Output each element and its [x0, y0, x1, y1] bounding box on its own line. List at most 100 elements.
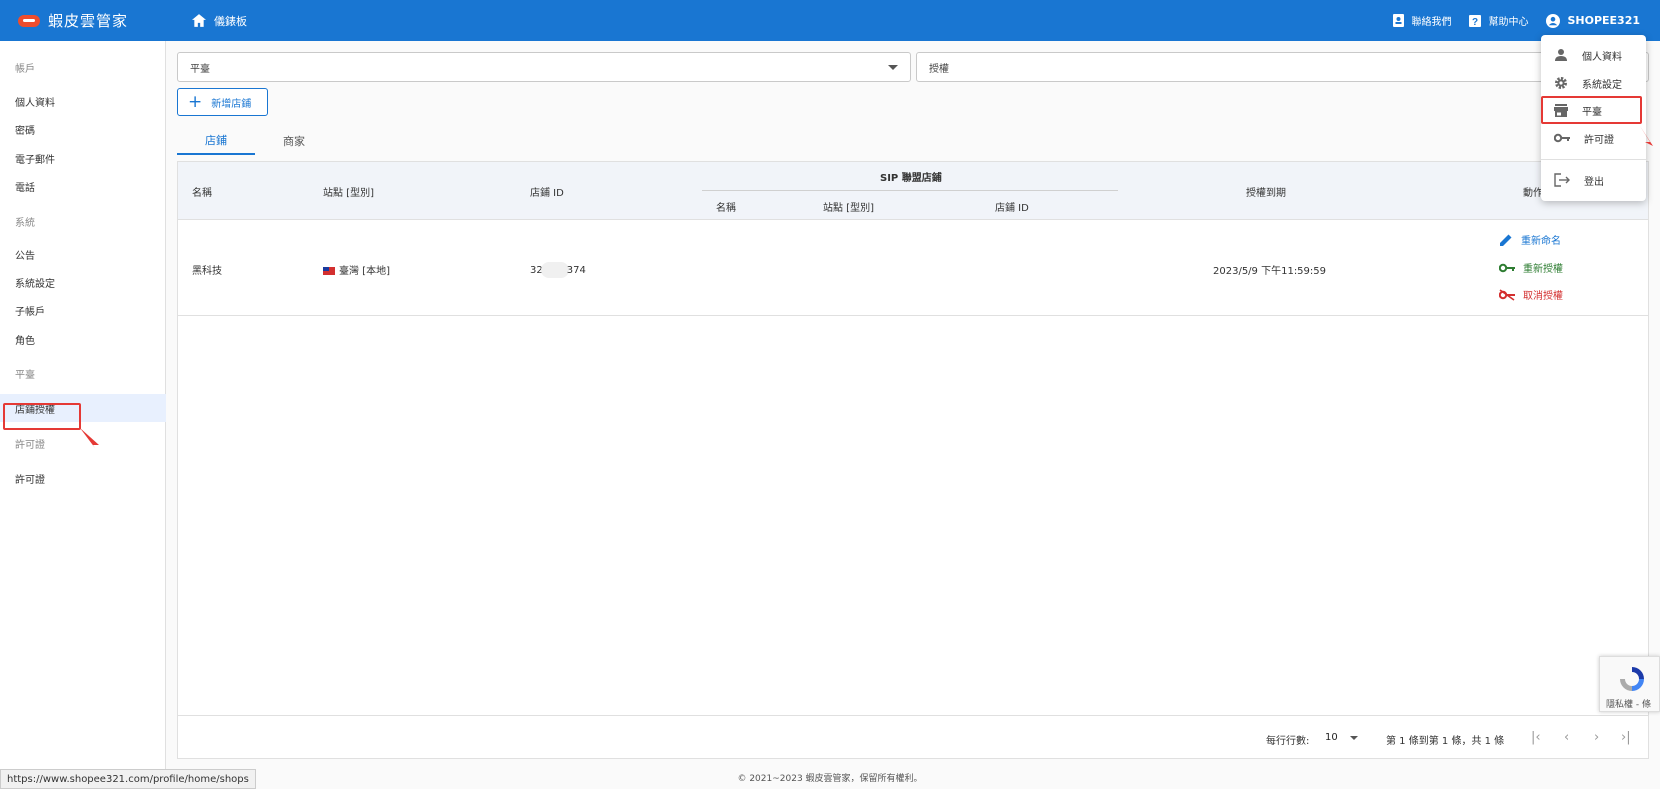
pencil-icon: [1500, 234, 1512, 246]
menu-item-logout-label: 登出: [1584, 176, 1604, 188]
shops-table-panel: 名稱 站點 [型別] 店鋪 ID SIP 聯盟店鋪 名稱 站點 [型別] 店鋪 …: [177, 161, 1649, 759]
authorization-select[interactable]: 授權: [916, 52, 1649, 82]
plus-icon: +: [188, 91, 203, 112]
sidebar-heading-system: 系統: [15, 217, 35, 229]
key-icon: [1554, 133, 1570, 143]
sidebar-item-license[interactable]: 許可證: [0, 464, 166, 492]
account-circle-icon: [1546, 13, 1561, 28]
tab-merchants[interactable]: 商家: [255, 127, 333, 155]
column-header-shop-id: 店鋪 ID: [530, 188, 564, 199]
menu-item-system-settings[interactable]: 系統設定: [1541, 69, 1646, 97]
column-group-sip-shops: SIP 聯盟店鋪: [880, 173, 942, 184]
revoke-label: 取消授權: [1523, 291, 1563, 302]
svg-text:?: ?: [1472, 17, 1478, 27]
help-icon: ?: [1469, 14, 1482, 27]
brand[interactable]: 蝦皮雲管家: [0, 10, 180, 31]
highlight-box-shop-authorization: [3, 403, 81, 430]
contact-us-label: 聯絡我們: [1411, 17, 1452, 28]
dropdown-caret-icon: [1349, 735, 1358, 740]
rename-button[interactable]: 重新命名: [1499, 232, 1561, 247]
gear-icon: [1555, 77, 1567, 89]
dropdown-caret-icon: [888, 65, 898, 70]
table-row: 黑科技 臺灣 [本地] 32 374 2023/5/9 下午11:59:59 重新…: [178, 220, 1648, 316]
reauthorize-label: 重新授權: [1523, 264, 1563, 275]
table-pagination: 每行行數: 10 第 1 條到第 1 條，共 1 條 |‹ ‹ › ›|: [178, 715, 1648, 759]
column-group-divider: [702, 190, 1118, 191]
authorization-select-value: 授權: [929, 63, 949, 75]
user-name: SHOPEE321: [1567, 14, 1640, 27]
column-header-sip-name: 名稱: [716, 203, 736, 214]
next-page-icon[interactable]: ›: [1594, 730, 1599, 745]
pagination-range: 第 1 條到第 1 條，共 1 條: [1386, 736, 1505, 747]
menu-item-license-label: 許可證: [1584, 134, 1614, 146]
rows-per-page-label: 每行行數:: [1266, 736, 1310, 747]
dashboard-link[interactable]: 儀錶板: [192, 13, 247, 29]
sidebar-heading-account: 帳戶: [15, 63, 35, 75]
menu-item-logout[interactable]: 登出: [1541, 166, 1646, 194]
cell-shop-name: 黑科技: [192, 266, 222, 277]
column-header-site-type: 站點 [型別]: [323, 188, 374, 199]
column-header-sip-shop-id: 店鋪 ID: [995, 203, 1029, 214]
rows-per-page-select[interactable]: 10: [1325, 732, 1358, 743]
dashboard-label: 儀錶板: [214, 14, 247, 28]
column-header-auth-expiry: 授權到期: [1246, 188, 1286, 199]
recaptcha-badge[interactable]: 隱私權 - 條: [1599, 656, 1660, 712]
help-center-label: 幫助中心: [1488, 17, 1529, 28]
logout-icon: [1554, 173, 1570, 187]
redacted-blur: [540, 262, 569, 278]
cell-site: 臺灣 [本地]: [323, 262, 390, 277]
sidebar-heading-platform: 平臺: [15, 369, 35, 381]
menu-divider: [1541, 159, 1646, 160]
annotation-arrow-icon: [80, 428, 99, 448]
person-icon: [1555, 49, 1567, 61]
annotation-arrow-icon: [1640, 126, 1653, 146]
menu-item-system-settings-label: 系統設定: [1582, 79, 1622, 91]
cell-auth-expiry: 2023/5/9 下午11:59:59: [1213, 266, 1327, 277]
key-off-icon: [1499, 288, 1515, 301]
shopee-logo-icon: [18, 14, 40, 27]
sidebar-item-password[interactable]: 密碼: [0, 115, 166, 143]
first-page-icon[interactable]: |‹: [1531, 730, 1541, 745]
menu-item-license[interactable]: 許可證: [1541, 124, 1646, 152]
last-page-icon[interactable]: ›|: [1621, 730, 1631, 745]
key-icon: [1499, 263, 1515, 272]
cell-site-label: 臺灣 [本地]: [339, 266, 390, 277]
sidebar-item-system-settings[interactable]: 系統設定: [0, 268, 166, 296]
contact-icon: [1393, 14, 1405, 27]
revoke-authorization-button[interactable]: 取消授權: [1499, 287, 1563, 302]
menu-item-profile-label: 個人資料: [1582, 51, 1622, 63]
status-url: https://www.shopee321.com/profile/home/s…: [0, 769, 256, 789]
column-header-sip-site-type: 站點 [型別]: [823, 203, 874, 214]
recaptcha-text: 隱私權 - 條: [1606, 700, 1651, 710]
sidebar-item-roles[interactable]: 角色: [0, 325, 166, 353]
help-center-link[interactable]: ? 幫助中心: [1469, 13, 1528, 28]
taiwan-flag-icon: [323, 267, 335, 275]
app-name: 蝦皮雲管家: [48, 12, 129, 30]
menu-item-profile[interactable]: 個人資料: [1541, 41, 1646, 69]
reauthorize-button[interactable]: 重新授權: [1499, 260, 1563, 275]
previous-page-icon[interactable]: ‹: [1564, 730, 1569, 745]
cell-shop-id-suffix: 374: [566, 265, 586, 276]
sidebar-item-sub-accounts[interactable]: 子帳戶: [0, 296, 166, 324]
sidebar-item-email[interactable]: 電子郵件: [0, 144, 166, 172]
platform-select-value: 平臺: [190, 63, 210, 75]
rows-per-page-value: 10: [1325, 732, 1338, 743]
platform-select[interactable]: 平臺: [177, 52, 911, 82]
add-shop-label: 新增店鋪: [211, 98, 252, 110]
contact-us-link[interactable]: 聯絡我們: [1393, 13, 1451, 28]
tab-shops[interactable]: 店鋪: [177, 127, 255, 155]
home-icon: [192, 14, 206, 27]
user-menu-button[interactable]: SHOPEE321: [1546, 13, 1640, 28]
recaptcha-icon: [1620, 667, 1644, 691]
highlight-box-platform: [1541, 96, 1642, 124]
column-header-name: 名稱: [192, 188, 212, 199]
cell-shop-id: 32 374: [530, 262, 586, 278]
sidebar-item-phone[interactable]: 電話: [0, 172, 166, 200]
sidebar-item-announcement[interactable]: 公告: [0, 240, 166, 268]
sidebar-item-profile[interactable]: 個人資料: [0, 87, 166, 115]
add-shop-button[interactable]: + 新增店鋪: [177, 88, 268, 116]
column-header-actions: 動作: [1523, 188, 1543, 199]
rename-label: 重新命名: [1521, 236, 1561, 247]
table-header: 名稱 站點 [型別] 店鋪 ID SIP 聯盟店鋪 名稱 站點 [型別] 店鋪 …: [178, 162, 1648, 220]
top-app-bar: 蝦皮雲管家 儀錶板 聯絡我們 ? 幫助中心 SHOPEE321: [0, 0, 1660, 41]
